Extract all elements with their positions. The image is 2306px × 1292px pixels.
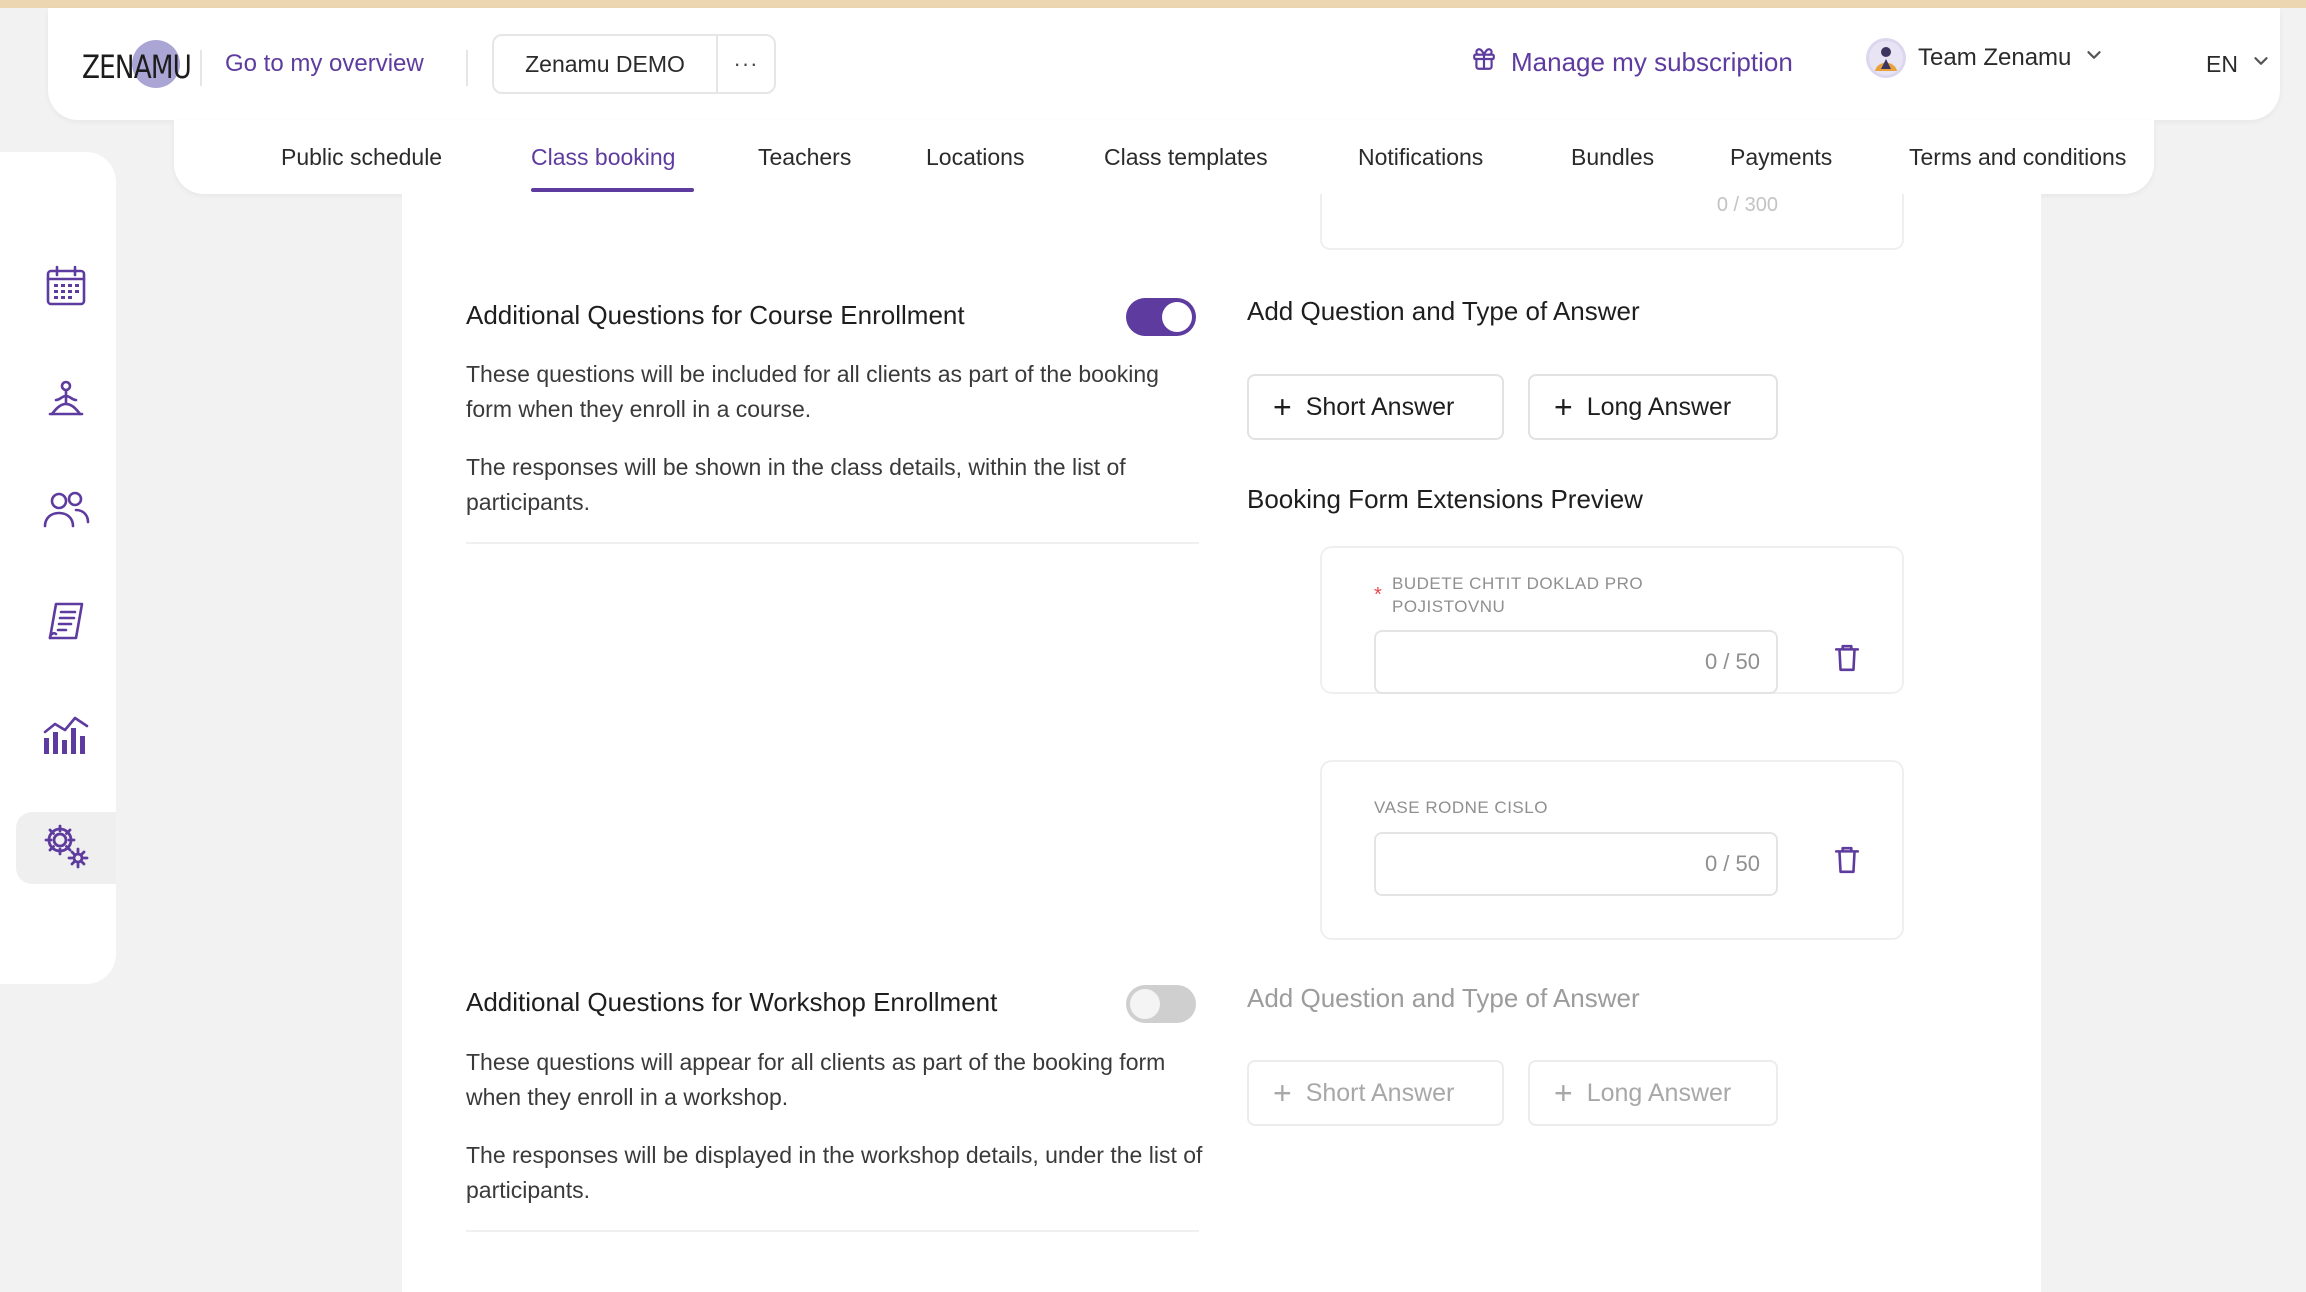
sidebar — [0, 152, 116, 984]
question-preview-input[interactable]: 0 / 50 — [1374, 832, 1778, 896]
short-answer-label: Short Answer — [1305, 1078, 1455, 1107]
delete-question-button[interactable] — [1832, 644, 1862, 676]
required-marker: * — [1374, 584, 1382, 606]
course-add-long-answer-button[interactable]: + Long Answer — [1528, 374, 1778, 440]
section-divider — [466, 1230, 1199, 1232]
workshop-questions-description: These questions will appear for all clie… — [466, 1049, 1166, 1110]
workshop-add-long-answer-button[interactable]: + Long Answer — [1528, 1060, 1778, 1126]
course-questions-title: Additional Questions for Course Enrollme… — [466, 300, 965, 330]
long-answer-label: Long Answer — [1586, 392, 1732, 421]
yoga-icon — [44, 378, 88, 427]
chevron-down-icon — [2083, 44, 2105, 73]
workshop-questions-toggle[interactable] — [1126, 985, 1196, 1023]
workshop-responses-description: The responses will be displayed in the w… — [466, 1142, 1203, 1203]
course-add-short-answer-button[interactable]: + Short Answer — [1247, 374, 1504, 440]
section-divider — [466, 542, 1199, 544]
short-answer-label: Short Answer — [1305, 392, 1455, 421]
workshop-add-short-answer-button[interactable]: + Short Answer — [1247, 1060, 1504, 1126]
workshop-questions-title: Additional Questions for Workshop Enroll… — [466, 987, 998, 1017]
top-accent-bar — [0, 0, 2306, 8]
tab-class-booking[interactable]: Class booking — [531, 144, 675, 171]
calendar-icon — [44, 264, 88, 313]
studio-switcher: Zenamu DEMO ··· — [492, 34, 776, 94]
sidebar-item-people[interactable] — [16, 476, 116, 548]
studio-more-button[interactable]: ··· — [718, 36, 774, 92]
tab-public-schedule[interactable]: Public schedule — [281, 144, 442, 171]
char-counter: 0 / 50 — [1704, 649, 1760, 674]
receipt-icon — [44, 600, 88, 649]
manage-subscription-label: Manage my subscription — [1511, 47, 1793, 77]
plus-icon: + — [1554, 1075, 1573, 1111]
trash-icon — [1834, 846, 1860, 879]
question-label: VASE RODNE CISLO — [1374, 798, 1548, 817]
tab-locations[interactable]: Locations — [926, 144, 1024, 171]
long-answer-label: Long Answer — [1586, 1078, 1732, 1107]
language-label: EN — [2206, 50, 2238, 77]
char-counter: 0 / 50 — [1704, 851, 1760, 876]
go-to-overview-link[interactable]: Go to my overview — [225, 50, 424, 78]
settings-tabs: Public schedule Class booking Teachers L… — [174, 120, 2154, 194]
zenamu-logo[interactable]: ZENAMU — [82, 38, 192, 94]
question-card: VASE RODNE CISLO 0 / 50 — [1320, 760, 1904, 940]
header-divider — [466, 50, 468, 86]
team-menu[interactable]: Team Zenamu — [1866, 38, 2105, 78]
tab-bundles[interactable]: Bundles — [1571, 144, 1654, 171]
course-responses-description: The responses will be shown in the class… — [466, 454, 1126, 515]
tab-teachers[interactable]: Teachers — [758, 144, 851, 171]
team-name: Team Zenamu — [1918, 44, 2072, 71]
header-divider — [200, 50, 202, 86]
char-counter: 0 / 300 — [1716, 194, 1778, 216]
chart-icon — [41, 712, 91, 761]
delete-question-button[interactable] — [1832, 846, 1862, 878]
plus-icon: + — [1273, 1075, 1292, 1111]
course-add-question-title: Add Question and Type of Answer — [1247, 296, 1640, 326]
avatar — [1866, 38, 1906, 78]
plus-icon: + — [1554, 389, 1573, 425]
tab-class-templates[interactable]: Class templates — [1104, 144, 1268, 171]
sidebar-item-settings[interactable] — [16, 812, 116, 884]
plus-icon: + — [1273, 389, 1292, 425]
chevron-down-icon — [2250, 50, 2272, 78]
tab-payments[interactable]: Payments — [1730, 144, 1832, 171]
manage-subscription-link[interactable]: Manage my subscription — [1471, 46, 1793, 79]
booking-form-preview-title: Booking Form Extensions Preview — [1247, 484, 1643, 514]
workshop-add-question-title: Add Question and Type of Answer — [1247, 983, 1640, 1013]
app-header: ZENAMU Go to my overview Zenamu DEMO ···… — [48, 8, 2280, 120]
sidebar-item-calendar[interactable] — [16, 252, 116, 324]
question-card: * BUDETE CHTIT DOKLAD PRO POJISTOVNU 0 /… — [1320, 546, 1904, 694]
question-preview-input[interactable]: 0 / 50 — [1374, 630, 1778, 694]
main-content: 0 / 300 Additional Questions for Course … — [402, 194, 2041, 1292]
sidebar-item-yoga[interactable] — [16, 366, 116, 438]
studio-name-button[interactable]: Zenamu DEMO — [494, 36, 718, 92]
tab-terms-and-conditions[interactable]: Terms and conditions — [1909, 144, 2126, 171]
sidebar-item-statistics[interactable] — [16, 700, 116, 772]
previous-text-field[interactable]: 0 / 300 — [1320, 194, 1904, 250]
toggle-knob — [1162, 302, 1192, 332]
logo-text: ZENAMU — [82, 48, 192, 86]
settings-icon — [41, 821, 91, 876]
tab-notifications[interactable]: Notifications — [1358, 144, 1483, 171]
active-tab-indicator — [531, 188, 694, 192]
gift-icon — [1471, 46, 1497, 79]
course-questions-toggle[interactable] — [1126, 298, 1196, 336]
course-questions-description: These questions will be included for all… — [466, 361, 1159, 422]
question-label: BUDETE CHTIT DOKLAD PRO POJISTOVNU — [1392, 574, 1644, 616]
people-icon — [42, 488, 90, 537]
sidebar-item-receipts[interactable] — [16, 588, 116, 660]
toggle-knob — [1130, 989, 1160, 1019]
trash-icon — [1834, 644, 1860, 677]
language-selector[interactable]: EN — [2206, 50, 2272, 78]
